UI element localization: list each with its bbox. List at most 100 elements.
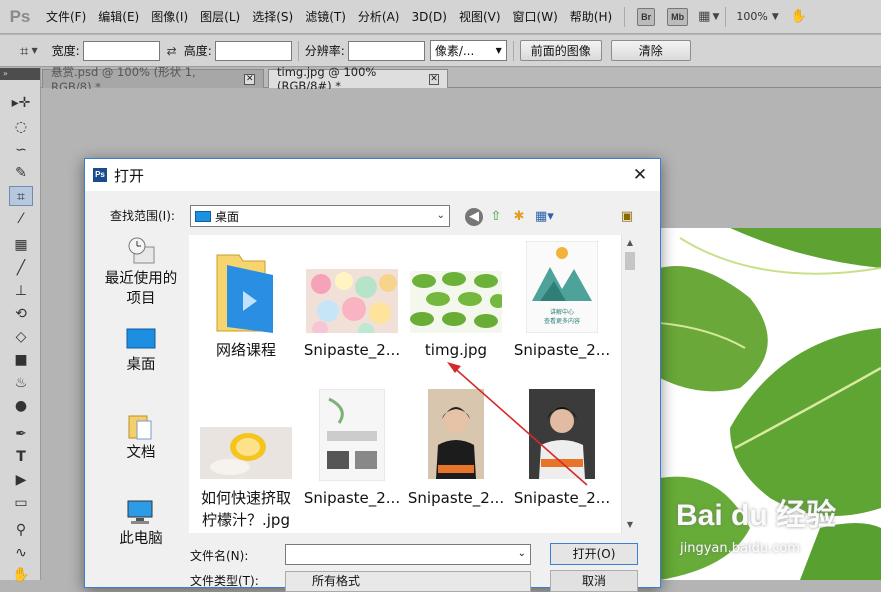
close-icon[interactable]: ✕: [428, 73, 439, 85]
chevron-up-icon[interactable]: ▲: [622, 235, 638, 251]
look-in-select[interactable]: 桌面 ⌄: [190, 205, 450, 227]
place-label: 此电脑: [119, 531, 163, 547]
file-item[interactable]: 网络课程: [193, 235, 299, 367]
zoom-level[interactable]: 100%: [736, 10, 767, 23]
file-item[interactable]: Snipaste_2...: [299, 235, 405, 367]
crop-icon[interactable]: ⌗: [20, 42, 28, 60]
menu-file[interactable]: 文件(F): [40, 0, 92, 34]
filename-label: 文件名(N):: [190, 549, 249, 563]
menu-edit[interactable]: 编辑(E): [92, 0, 145, 34]
file-list-scrollbar[interactable]: ▲ ▼: [621, 235, 637, 533]
filename-input[interactable]: ⌄: [285, 544, 531, 565]
filetype-label: 文件类型(T):: [190, 574, 259, 588]
chevron-down-icon[interactable]: ▼: [622, 517, 638, 533]
file-list[interactable]: 网络课程 Snipaste_2... timg.jpg 讲解中心 查看更多内容 …: [189, 235, 637, 533]
front-image-button[interactable]: 前面的图像: [519, 40, 602, 61]
resolution-label: 分辨率:: [304, 44, 345, 58]
computer-icon: [127, 500, 153, 524]
width-input[interactable]: [82, 40, 160, 61]
swap-icon[interactable]: ⇄: [167, 44, 177, 58]
file-item[interactable]: timg.jpg: [403, 235, 509, 367]
place-recent[interactable]: 最近使用的项目: [95, 237, 187, 317]
filetype-select[interactable]: 所有格式: [285, 571, 531, 592]
lasso-tool-icon[interactable]: ∽: [9, 140, 33, 160]
menu-3d[interactable]: 3D(D): [405, 0, 452, 34]
file-item[interactable]: Snipaste_2...: [299, 385, 405, 517]
places-bar: 最近使用的项目 桌面 文档 此电脑: [95, 231, 187, 547]
shape-tool-icon[interactable]: ▭: [9, 493, 33, 513]
menu-separator: [624, 6, 626, 27]
mountain-caption-1: 讲解中心: [549, 309, 574, 316]
hand-icon[interactable]: ✋: [791, 9, 807, 24]
gradient-tool-icon[interactable]: ■: [9, 350, 33, 370]
quick-select-tool-icon[interactable]: ✎: [9, 163, 33, 183]
close-icon[interactable]: ✕: [629, 164, 651, 186]
history-brush-tool-icon[interactable]: ⟲: [9, 304, 33, 324]
menu-layer[interactable]: 图层(L): [194, 0, 246, 34]
file-item[interactable]: Snipaste_2...: [509, 385, 615, 517]
menu-image[interactable]: 图像(I): [145, 0, 194, 34]
place-this-pc[interactable]: 此电脑: [95, 499, 187, 551]
menu-separator: [725, 6, 727, 27]
spot-healing-tool-icon[interactable]: ▦: [9, 235, 33, 255]
place-documents[interactable]: 文档: [95, 413, 187, 465]
favorites-icon[interactable]: ▣: [618, 208, 636, 226]
place-desktop[interactable]: 桌面: [95, 327, 187, 379]
open-button[interactable]: 打开(O): [550, 543, 638, 565]
view-menu-icon[interactable]: ▦▾: [535, 208, 554, 226]
up-folder-icon[interactable]: ⇧: [487, 208, 505, 226]
pen-tool-icon[interactable]: ✒: [9, 424, 33, 444]
file-item[interactable]: Snipaste_2...: [403, 385, 509, 517]
tab-timg-jpg[interactable]: timg.jpg @ 100%(RGB/8#) * ✕: [268, 65, 448, 93]
scroll-thumb[interactable]: [625, 252, 635, 270]
height-label: 高度:: [183, 44, 212, 58]
chevron-down-icon[interactable]: ▼: [712, 12, 719, 22]
image-leaves-icon: [410, 271, 502, 333]
mini-bridge-button[interactable]: Mb: [667, 7, 689, 26]
brush-tool-icon[interactable]: ╱: [9, 258, 33, 278]
chevron-down-icon[interactable]: ⌄: [518, 548, 526, 559]
clear-button[interactable]: 清除: [610, 40, 691, 61]
menu-analysis[interactable]: 分析(A): [352, 0, 406, 34]
tab-xuanshang-psd[interactable]: 悬赏.psd @ 100% (形状 1, RGB/8) * ✕: [42, 65, 264, 94]
eraser-tool-icon[interactable]: ◇: [9, 327, 33, 347]
blur-tool-icon[interactable]: ♨: [9, 373, 33, 393]
grid-icon[interactable]: ▦: [698, 9, 710, 24]
image-presenter2-icon: [529, 389, 595, 479]
folder-icon: [216, 254, 273, 333]
menu-filter[interactable]: 滤镜(T): [299, 0, 352, 34]
eyedropper-tool-icon[interactable]: ⁄: [9, 209, 33, 229]
baidu-watermark-url: jingyan.baidu.com: [680, 541, 800, 556]
menu-window[interactable]: 窗口(W): [507, 0, 564, 34]
menu-help[interactable]: 帮助(H): [564, 0, 618, 34]
crop-tool-icon[interactable]: ⌗: [9, 186, 33, 206]
clone-stamp-tool-icon[interactable]: ⊥: [9, 281, 33, 301]
hand-tool-icon[interactable]: ✋: [9, 565, 33, 585]
close-icon[interactable]: ✕: [244, 73, 255, 85]
file-item[interactable]: 如何快速挤取 柠檬汁？.jpg: [193, 385, 299, 533]
marquee-tool-icon[interactable]: ◌: [9, 117, 33, 137]
dodge-tool-icon[interactable]: ●: [9, 396, 33, 416]
menu-view[interactable]: 视图(V): [453, 0, 507, 34]
height-input[interactable]: [214, 40, 292, 61]
resolution-input[interactable]: [347, 40, 425, 61]
move-tool-icon[interactable]: ▸✛: [9, 93, 33, 113]
tools-panel: » ▸✛ ◌ ∽ ✎ ⌗ ⁄ ▦ ╱ ⊥ ⟲ ◇ ■ ♨ ● ✒ T ▶ ▭ ⚲…: [0, 68, 41, 583]
back-icon[interactable]: ◀: [465, 208, 483, 226]
cancel-button[interactable]: 取消: [550, 570, 638, 592]
file-item[interactable]: 讲解中心 查看更多内容 Snipaste_2...: [509, 235, 615, 367]
resolution-unit-select[interactable]: 像素/... ▼: [429, 40, 507, 61]
3d-rotate-tool-icon[interactable]: ⚲: [9, 520, 33, 540]
bridge-button[interactable]: Br: [637, 7, 656, 26]
chevron-down-icon[interactable]: ▼: [772, 12, 779, 22]
dialog-titlebar[interactable]: Ps 打开 ✕: [85, 159, 660, 191]
3d-orbit-tool-icon[interactable]: ∿: [9, 543, 33, 563]
chevron-down-icon[interactable]: ▼: [31, 46, 37, 55]
desktop-icon: [126, 328, 156, 349]
collapse-icon[interactable]: »: [0, 68, 40, 80]
new-folder-icon[interactable]: ✱: [510, 208, 528, 226]
options-bar: ⌗ ▼ 宽度: ⇄ 高度: 分辨率: 像素/... ▼ 前面的图像 清除: [0, 35, 881, 67]
type-tool-icon[interactable]: T: [9, 447, 33, 467]
menu-select[interactable]: 选择(S): [246, 0, 299, 34]
path-select-tool-icon[interactable]: ▶: [9, 470, 33, 490]
